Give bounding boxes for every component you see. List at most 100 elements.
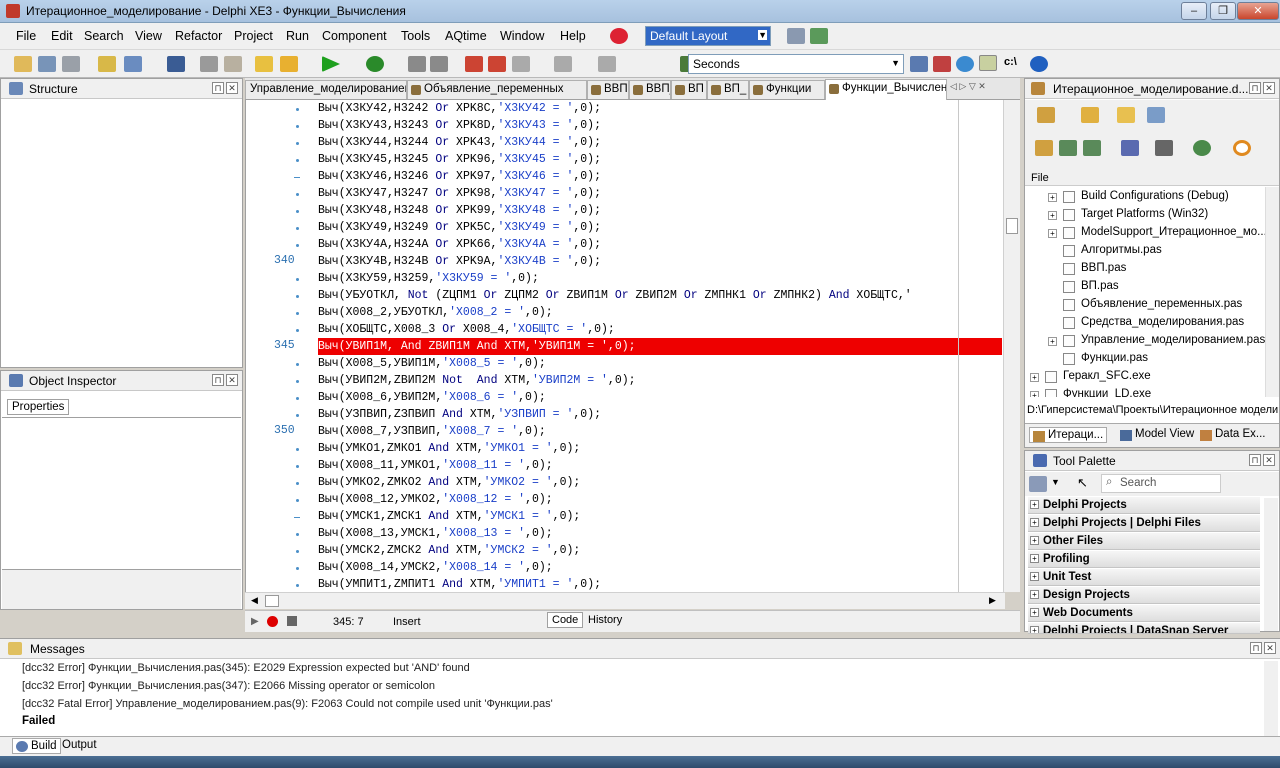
- menu-refactor[interactable]: Refactor: [175, 29, 222, 43]
- tree-expand-icon[interactable]: +: [1048, 211, 1057, 220]
- code-line[interactable]: Выч(УМКО1,ZМКО1 And XТМ,'УМКО1 = ',0);: [318, 440, 580, 457]
- code-line[interactable]: Выч(УВИП2М,ZВИП2М Not And XТМ,'УВИП2М = …: [318, 372, 636, 389]
- menu-file[interactable]: File: [16, 29, 36, 43]
- categories-icon[interactable]: [1029, 476, 1047, 492]
- code-line[interactable]: Выч(УЗПВИП,ZЗПВИП And XТМ,'УЗПВИП = ',0)…: [318, 406, 601, 423]
- macro-stop-icon[interactable]: [287, 616, 297, 626]
- taskbar[interactable]: [0, 756, 1280, 768]
- project-tree-item[interactable]: Target Platforms (Win32): [1081, 208, 1208, 220]
- trace-into-icon[interactable]: [465, 56, 483, 72]
- open-icon[interactable]: [1117, 107, 1135, 123]
- run-without-debug-icon[interactable]: [366, 56, 384, 72]
- sort-icon[interactable]: [1121, 140, 1139, 156]
- editor-horizontal-scrollbar[interactable]: ◀ ▶: [245, 592, 1005, 609]
- tab-obyavlenie[interactable]: Объявление_переменных: [407, 80, 587, 99]
- help-insight-icon[interactable]: [610, 28, 628, 44]
- project-tree-item[interactable]: ВВП.pas: [1081, 262, 1126, 274]
- code-line[interactable]: Выч(X3КУ46,H3246 Or XPK97,'X3КУ46 = ',0)…: [318, 168, 601, 185]
- macro-play-icon[interactable]: ▶: [251, 616, 259, 627]
- menu-window[interactable]: Window: [500, 29, 544, 43]
- save-desktop-icon[interactable]: [787, 28, 805, 44]
- view-icon[interactable]: [1147, 107, 1165, 123]
- code-line[interactable]: Выч(X3КУ47,H3247 Or XPK98,'X3КУ47 = ',0)…: [318, 185, 601, 202]
- code-line[interactable]: Выч(УМПИТ1,ZМПИТ1 And XТМ,'УМПИТ1 = ',0)…: [318, 576, 601, 593]
- panel-close-icon[interactable]: ✕: [1264, 642, 1276, 654]
- menu-tools[interactable]: Tools: [401, 29, 430, 43]
- tab-scroll-buttons[interactable]: ◁ ▷ ▽ ✕: [950, 81, 986, 92]
- build-icon[interactable]: [1155, 140, 1173, 156]
- tab-upravlenie[interactable]: Управление_моделированием: [245, 80, 407, 99]
- code-line[interactable]: Выч(X3КУ49,H3249 Or XPK5C,'X3КУ49 = ',0)…: [318, 219, 601, 236]
- tab-vvp2[interactable]: ВВП_: [629, 80, 671, 99]
- tab-funkcii[interactable]: Функции: [749, 80, 825, 99]
- panel-close-icon[interactable]: ✕: [226, 374, 238, 386]
- globe-icon[interactable]: [956, 56, 974, 72]
- tree-expand-icon[interactable]: +: [1048, 193, 1057, 202]
- code-line[interactable]: Выч(X008_14,УМСК2,'X008_14 = ',0);: [318, 559, 553, 576]
- palette-category[interactable]: + Delphi Projects: [1028, 497, 1260, 514]
- macro-record-icon[interactable]: [267, 616, 278, 627]
- stop-icon[interactable]: [430, 56, 448, 72]
- palette-category[interactable]: + Web Documents: [1028, 605, 1260, 622]
- code-line[interactable]: Выч(УМСК1,ZМСК1 And XТМ,'УМСК1 = ',0);: [318, 508, 580, 525]
- menu-run[interactable]: Run: [286, 29, 309, 43]
- messages-scrollbar[interactable]: [1264, 661, 1278, 737]
- pin-icon[interactable]: ⊓: [212, 374, 224, 386]
- tab-history[interactable]: History: [585, 613, 625, 627]
- tab-output[interactable]: Output: [62, 739, 97, 751]
- tab-build[interactable]: Build: [12, 738, 61, 754]
- menu-project[interactable]: Project: [234, 29, 273, 43]
- properties-tab[interactable]: Properties: [7, 399, 70, 415]
- close-button[interactable]: ✕: [1237, 2, 1279, 20]
- project-tree-item[interactable]: Функции.pas: [1081, 352, 1148, 364]
- code-line[interactable]: Выч(X008_12,УМКО2,'X008_12 = ',0);: [318, 491, 553, 508]
- palette-scrollbar[interactable]: [1264, 498, 1278, 631]
- tab-code[interactable]: Code: [547, 612, 584, 628]
- tab-project-manager[interactable]: Итераци...: [1029, 427, 1108, 443]
- tree-expand-icon[interactable]: +: [1030, 391, 1039, 397]
- pin-icon[interactable]: ⊓: [1250, 642, 1262, 654]
- pin-icon[interactable]: ⊓: [1249, 82, 1261, 94]
- layout-combo[interactable]: Default Layout ▼: [645, 26, 771, 46]
- units-combo[interactable]: Seconds ▼: [688, 54, 904, 74]
- project-tree-item[interactable]: Объявление_переменных.pas: [1081, 298, 1242, 310]
- editor-vertical-scrollbar[interactable]: [1003, 100, 1020, 592]
- code-line[interactable]: Выч(X3КУ4A,H324A Or XPK66,'X3КУ4A = ',0)…: [318, 236, 601, 253]
- set-debug-desktop-icon[interactable]: [810, 28, 828, 44]
- aqtime-options-icon[interactable]: [933, 56, 951, 72]
- expand-icon[interactable]: [1059, 140, 1077, 156]
- palette-category[interactable]: + Design Projects: [1028, 587, 1260, 604]
- menu-component[interactable]: Component: [322, 29, 387, 43]
- add-to-project-icon[interactable]: [280, 56, 298, 72]
- options-icon[interactable]: [1233, 140, 1251, 156]
- code-line[interactable]: Выч(X3КУ42,H3242 Or XPK8C,'X3КУ42 = ',0)…: [318, 100, 601, 117]
- tree-expand-icon[interactable]: +: [1048, 229, 1057, 238]
- code-line[interactable]: Выч(X008_13,УМСК1,'X008_13 = ',0);: [318, 525, 553, 542]
- tab-data-explorer[interactable]: Data Ex...: [1197, 427, 1269, 441]
- activate-icon[interactable]: [1037, 107, 1055, 123]
- toggle-form-unit-icon[interactable]: [200, 56, 218, 72]
- hscroll-thumb[interactable]: [265, 595, 279, 607]
- sync-icon[interactable]: [1035, 140, 1053, 156]
- project-tree-item[interactable]: ВП.pas: [1081, 280, 1119, 292]
- code-line[interactable]: Выч(X3КУ45,H3245 Or XPK96,'X3КУ45 = ',0)…: [318, 151, 601, 168]
- new-items-icon[interactable]: [14, 56, 32, 72]
- project-tree-item[interactable]: Функции_LD.exe: [1063, 388, 1151, 397]
- menu-help[interactable]: Help: [560, 29, 586, 43]
- maximize-button[interactable]: ❐: [1210, 2, 1236, 20]
- code-line[interactable]: Выч(X008_5,УВИП1М,'X008_5 = ',0);: [318, 355, 546, 372]
- run-icon[interactable]: [322, 56, 340, 72]
- project-tree-item[interactable]: Управление_моделированием.pas: [1081, 334, 1265, 346]
- code-line[interactable]: Выч(УМСК2,ZМСК2 And XТМ,'УМСК2 = ',0);: [318, 542, 580, 559]
- menu-edit[interactable]: Edit: [51, 29, 73, 43]
- code-line[interactable]: Выч(УМКО2,ZМКО2 And XТМ,'УМКО2 = ',0);: [318, 474, 580, 491]
- project-tree-item[interactable]: Build Configurations (Debug): [1081, 190, 1229, 202]
- message-line[interactable]: [dcc32 Error] Функции_Вычисления.pas(347…: [22, 680, 435, 692]
- open-project-icon[interactable]: [38, 56, 56, 72]
- platform-icon[interactable]: [1193, 140, 1211, 156]
- code-line[interactable]: Выч(X3КУ59,H3259,'X3КУ59 = ',0);: [318, 270, 539, 287]
- code-line[interactable]: Выч(X3КУ48,H3248 Or XPK99,'X3КУ48 = ',0)…: [318, 202, 601, 219]
- results-icon[interactable]: [910, 56, 928, 72]
- pause-icon[interactable]: [408, 56, 426, 72]
- code-line[interactable]: Выч(X3КУ43,H3243 Or XPK8D,'X3КУ43 = ',0)…: [318, 117, 601, 134]
